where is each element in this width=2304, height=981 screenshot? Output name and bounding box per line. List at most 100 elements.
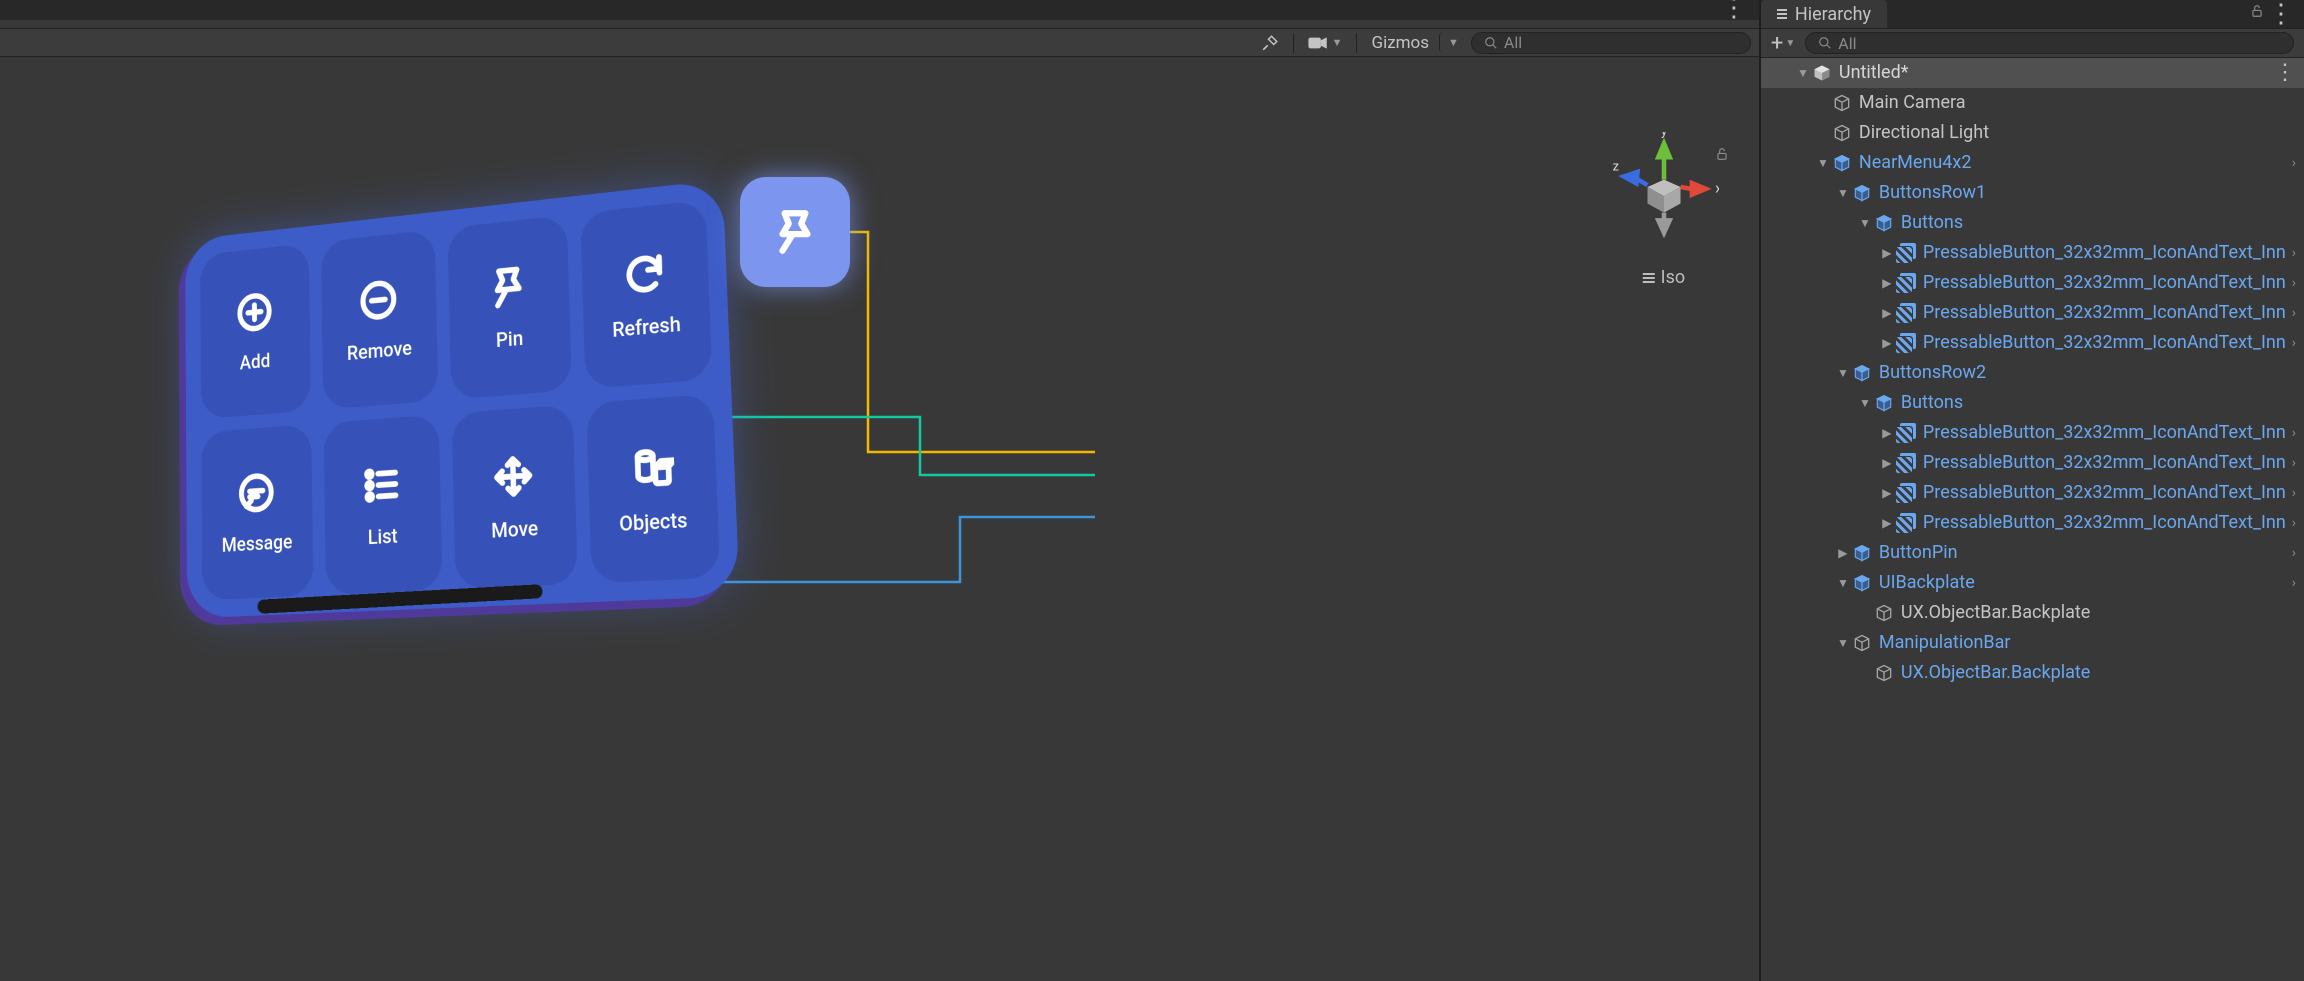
scene-toolbar: ▼ Gizmos ▼ All — [0, 28, 1759, 57]
foldout-arrow-icon[interactable]: ▶ — [1879, 337, 1895, 349]
nearmenu-button-label: Add — [240, 349, 271, 375]
hierarchy-row[interactable]: Main Camera — [1761, 88, 2304, 118]
gizmos-dropdown[interactable]: Gizmos — [1365, 30, 1435, 56]
hierarchy-row[interactable]: UX.ObjectBar.Backplate — [1761, 598, 2304, 628]
gizmos-label: Gizmos — [1371, 33, 1429, 53]
hierarchy-tab-label: Hierarchy — [1795, 4, 1871, 25]
open-prefab-icon[interactable]: › — [2286, 276, 2296, 290]
foldout-arrow-icon[interactable]: ▶ — [1835, 547, 1851, 559]
nearmenu-button-objects[interactable]: Objects — [586, 394, 720, 584]
nearmenu-button-remove[interactable]: Remove — [321, 229, 439, 409]
hierarchy-row[interactable]: ▶ PressableButton_32x32mm_IconAndText_In… — [1761, 418, 2304, 448]
foldout-arrow-icon[interactable]: ▶ — [1879, 487, 1895, 499]
open-prefab-icon[interactable]: › — [2286, 456, 2296, 470]
hierarchy-row[interactable]: UX.ObjectBar.Backplate — [1761, 658, 2304, 688]
foldout-arrow-icon[interactable]: ▼ — [1835, 577, 1851, 589]
projection-mode-toggle[interactable]: Iso — [1643, 267, 1685, 288]
foldout-arrow-icon[interactable]: ▶ — [1879, 457, 1895, 469]
prefab-variant-icon — [1895, 422, 1917, 444]
foldout-arrow-icon[interactable]: ▼ — [1835, 187, 1851, 199]
hierarchy-search-input[interactable]: All — [1805, 32, 2294, 54]
nearmenu-button-list[interactable]: List — [323, 414, 442, 594]
camera-icon[interactable]: ▼ — [1302, 33, 1349, 53]
nearmenu-button-pin[interactable]: Pin — [447, 215, 572, 400]
open-prefab-icon[interactable]: › — [2286, 576, 2296, 590]
hierarchy-tab[interactable]: Hierarchy — [1761, 0, 1887, 28]
hierarchy-row[interactable]: ▼ ButtonsRow1 — [1761, 178, 2304, 208]
nearmenu-button-refresh[interactable]: Refresh — [580, 200, 712, 389]
scene-root-row[interactable]: ▼ Untitled* ⋮ — [1761, 58, 2304, 88]
open-prefab-icon[interactable]: › — [2286, 306, 2296, 320]
lock-icon[interactable] — [1715, 146, 1729, 166]
scene-tab-options-icon[interactable]: ⋮ — [1721, 0, 1747, 18]
hierarchy-row[interactable]: ▶ PressableButton_32x32mm_IconAndText_In… — [1761, 328, 2304, 358]
hierarchy-panel: Hierarchy ⋮ + ▼ All ▼ Untitled* ⋮ Main C… — [1759, 0, 2304, 981]
cube-blue-icon — [1851, 182, 1873, 204]
nearmenu-button-add[interactable]: Add — [200, 243, 311, 419]
prefab-variant-icon — [1895, 452, 1917, 474]
hierarchy-tree[interactable]: ▼ Untitled* ⋮ Main Camera Directional Li… — [1761, 58, 2304, 981]
cube-blue-icon — [1851, 572, 1873, 594]
unity-logo-icon — [1811, 62, 1833, 84]
floating-pin-button[interactable] — [740, 177, 850, 287]
hierarchy-item-label: NearMenu4x2 — [1859, 154, 2286, 172]
hierarchy-row[interactable]: ▼ ManipulationBar — [1761, 628, 2304, 658]
foldout-arrow-icon[interactable]: ▶ — [1879, 307, 1895, 319]
foldout-arrow-icon[interactable]: ▼ — [1857, 217, 1873, 229]
hierarchy-row[interactable]: ▶ PressableButton_32x32mm_IconAndText_In… — [1761, 448, 2304, 478]
open-prefab-icon[interactable]: › — [2286, 246, 2296, 260]
scene-tab-strip: ⋮ — [0, 0, 1759, 20]
hierarchy-row[interactable]: ▶ PressableButton_32x32mm_IconAndText_In… — [1761, 298, 2304, 328]
cube-blue-icon — [1831, 152, 1853, 174]
hierarchy-row[interactable]: ▼ Buttons — [1761, 208, 2304, 238]
hierarchy-item-label: PressableButton_32x32mm_IconAndText_Inn — [1923, 484, 2286, 502]
hierarchy-row[interactable]: ▼ Buttons — [1761, 388, 2304, 418]
hierarchy-row[interactable]: ▼ UIBackplate› — [1761, 568, 2304, 598]
open-prefab-icon[interactable]: › — [2286, 516, 2296, 530]
cube-blue-icon — [1873, 392, 1895, 414]
hierarchy-row[interactable]: ▶ PressableButton_32x32mm_IconAndText_In… — [1761, 268, 2304, 298]
scene-options-icon[interactable]: ⋮ — [2268, 62, 2296, 84]
message-icon — [236, 469, 276, 521]
scene-search-input[interactable]: All — [1471, 32, 1751, 54]
foldout-arrow-icon[interactable]: ▶ — [1879, 427, 1895, 439]
foldout-arrow-icon[interactable]: ▶ — [1879, 277, 1895, 289]
orientation-gizmo[interactable]: y x z Iso — [1599, 132, 1729, 302]
foldout-arrow-icon[interactable]: ▼ — [1857, 397, 1873, 409]
create-dropdown[interactable]: + ▼ — [1771, 31, 1795, 56]
open-prefab-icon[interactable]: › — [2286, 546, 2296, 560]
prefab-variant-icon — [1895, 482, 1917, 504]
hierarchy-row[interactable]: ▼ NearMenu4x2› — [1761, 148, 2304, 178]
hierarchy-row[interactable]: ▶ PressableButton_32x32mm_IconAndText_In… — [1761, 238, 2304, 268]
hierarchy-row[interactable]: ▶ PressableButton_32x32mm_IconAndText_In… — [1761, 508, 2304, 538]
hierarchy-row[interactable]: ▶ ButtonPin› — [1761, 538, 2304, 568]
open-prefab-icon[interactable]: › — [2286, 426, 2296, 440]
axis-y-label: y — [1661, 132, 1667, 140]
hierarchy-item-label: UX.ObjectBar.Backplate — [1901, 664, 2296, 682]
open-prefab-icon[interactable]: › — [2286, 336, 2296, 350]
hierarchy-tab-bar: Hierarchy ⋮ — [1761, 0, 2304, 28]
foldout-arrow-icon[interactable]: ▼ — [1795, 67, 1811, 79]
scene-viewport[interactable]: Add Remove PinRefresh Message List Move Object… — [0, 57, 1759, 981]
open-prefab-icon[interactable]: › — [2286, 156, 2296, 170]
hierarchy-row[interactable]: ▼ ButtonsRow2 — [1761, 358, 2304, 388]
foldout-arrow-icon[interactable]: ▼ — [1815, 157, 1831, 169]
nearmenu-button-label: Remove — [347, 336, 412, 365]
nearmenu-button-move[interactable]: Move — [452, 404, 578, 589]
foldout-arrow-icon[interactable]: ▶ — [1879, 247, 1895, 259]
tools-icon[interactable] — [1255, 31, 1285, 55]
nearmenu-button-label: Move — [491, 516, 538, 543]
foldout-arrow-icon[interactable]: ▼ — [1835, 637, 1851, 649]
refresh-icon — [621, 249, 668, 305]
foldout-arrow-icon[interactable]: ▶ — [1879, 517, 1895, 529]
cube-blue-icon — [1873, 212, 1895, 234]
open-prefab-icon[interactable]: › — [2286, 486, 2296, 500]
panel-lock-icon[interactable] — [2250, 3, 2264, 23]
gizmos-caret-icon[interactable]: ▼ — [1439, 33, 1467, 52]
panel-options-icon[interactable]: ⋮ — [2268, 0, 2294, 29]
hierarchy-row[interactable]: ▶ PressableButton_32x32mm_IconAndText_In… — [1761, 478, 2304, 508]
foldout-arrow-icon[interactable]: ▼ — [1835, 367, 1851, 379]
nearmenu-button-message[interactable]: Message — [201, 424, 313, 600]
hierarchy-row[interactable]: Directional Light — [1761, 118, 2304, 148]
nearmenu-button-label: List — [368, 524, 398, 550]
